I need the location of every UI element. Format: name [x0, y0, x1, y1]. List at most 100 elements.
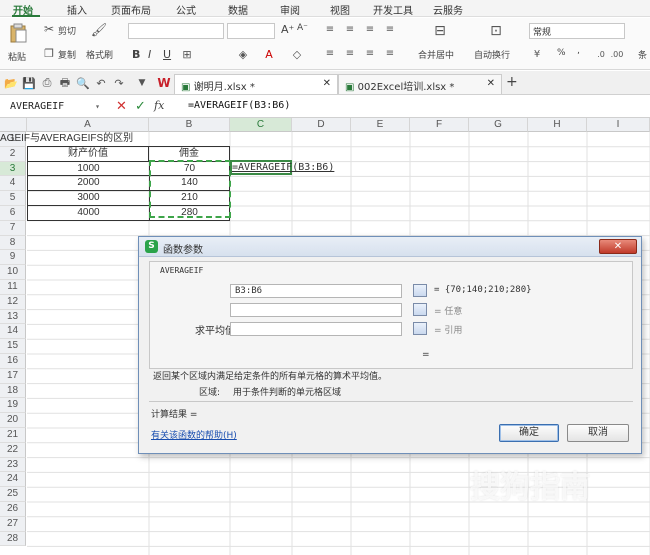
row-header[interactable]: 14: [0, 324, 26, 340]
column-header[interactable]: C: [230, 118, 292, 132]
paste-icon[interactable]: [8, 22, 28, 44]
paste-label[interactable]: 粘贴: [8, 50, 26, 63]
row-header[interactable]: 20: [0, 413, 26, 428]
decrease-font-button[interactable]: A⁻: [297, 23, 308, 33]
clear-format-icon[interactable]: ◇: [290, 47, 304, 61]
row-header[interactable]: 19: [0, 398, 26, 414]
row-header[interactable]: 5: [0, 191, 26, 206]
arg2-range-select-icon[interactable]: [413, 303, 427, 316]
menu-data[interactable]: 数据: [228, 2, 248, 17]
row-header[interactable]: 27: [0, 516, 26, 532]
merge-center-icon[interactable]: ⊟: [430, 22, 450, 40]
row-header[interactable]: 11: [0, 280, 26, 295]
menu-review[interactable]: 审阅: [280, 2, 300, 17]
row-header[interactable]: 2: [0, 146, 26, 162]
orientation-icon[interactable]: ≡: [384, 23, 396, 35]
column-header[interactable]: G: [469, 118, 528, 132]
row-header[interactable]: 28: [0, 531, 26, 547]
menu-page-layout[interactable]: 页面布局: [111, 2, 151, 17]
increase-font-button[interactable]: A⁺: [281, 23, 294, 36]
decrease-decimal-icon[interactable]: .00: [610, 47, 624, 61]
row-header[interactable]: 17: [0, 368, 26, 384]
arg1-range-select-icon[interactable]: [413, 284, 427, 297]
arg2-input[interactable]: [230, 303, 402, 317]
select-all-corner[interactable]: [0, 118, 27, 132]
row-header[interactable]: 7: [0, 220, 26, 236]
percent-button[interactable]: %: [557, 48, 566, 58]
undo-icon[interactable]: ↶: [94, 76, 108, 90]
tab-doc1[interactable]: ▣ 谢明月.xlsx * ✕: [174, 74, 338, 94]
scissors-icon[interactable]: ✂: [42, 22, 56, 36]
redo-icon[interactable]: ↷: [112, 76, 126, 90]
row-header[interactable]: 3: [0, 161, 26, 177]
cell-a1[interactable]: AGEIF与AVERAGEIFS的区别: [0, 132, 133, 146]
row-header[interactable]: 8: [0, 235, 26, 251]
column-header[interactable]: F: [410, 118, 469, 132]
bold-button[interactable]: B: [132, 48, 140, 61]
align-right-icon[interactable]: ≡: [364, 47, 376, 59]
save-icon[interactable]: 💾: [22, 76, 36, 90]
font-name-select[interactable]: [128, 23, 224, 39]
confirm-formula-icon[interactable]: ✓: [135, 99, 146, 114]
name-box[interactable]: AVERAGEIF ▾: [6, 99, 102, 114]
currency-icon[interactable]: ¥: [530, 47, 544, 61]
arg1-input[interactable]: B3:B6: [230, 284, 402, 298]
column-header[interactable]: H: [528, 118, 587, 132]
close-tab-icon[interactable]: ✕: [323, 78, 331, 89]
row-header[interactable]: 13: [0, 309, 26, 325]
row-header[interactable]: 12: [0, 294, 26, 310]
print-preview-icon[interactable]: 🔍: [76, 76, 90, 90]
export-icon[interactable]: ⎙: [40, 76, 54, 90]
wrap-text-label[interactable]: 自动换行: [474, 48, 510, 61]
cell-a4[interactable]: 2000: [27, 176, 149, 192]
row-header[interactable]: 9: [0, 250, 26, 266]
row-header[interactable]: 26: [0, 502, 26, 517]
column-header[interactable]: D: [292, 118, 351, 132]
row-header[interactable]: 23: [0, 457, 26, 473]
cut-label[interactable]: 剪切: [58, 24, 76, 37]
distribute-icon[interactable]: ≡: [384, 47, 396, 59]
open-folder-icon[interactable]: 📂: [4, 76, 18, 90]
format-painter-label[interactable]: 格式刷: [86, 48, 113, 61]
ok-button[interactable]: 确定: [499, 424, 559, 442]
fill-color-icon[interactable]: ◈: [236, 47, 250, 61]
quick-access-dropdown-icon[interactable]: ▼: [136, 76, 148, 90]
underline-button[interactable]: U: [163, 48, 171, 61]
name-box-dropdown-icon[interactable]: ▾: [95, 99, 100, 114]
dialog-close-icon[interactable]: ✕: [599, 239, 637, 254]
column-header[interactable]: A: [27, 118, 149, 132]
align-center-icon[interactable]: ≡: [344, 47, 356, 59]
close-tab-icon[interactable]: ✕: [487, 78, 495, 89]
column-header[interactable]: B: [149, 118, 230, 132]
cell-a6[interactable]: 4000: [27, 206, 149, 221]
font-color-icon[interactable]: A: [262, 47, 276, 61]
align-bottom-icon[interactable]: ≡: [364, 23, 376, 35]
insert-function-button[interactable]: fx: [154, 99, 164, 112]
italic-button[interactable]: I: [148, 48, 151, 61]
row-header[interactable]: 6: [0, 206, 26, 221]
font-size-select[interactable]: [227, 23, 275, 39]
arg3-range-select-icon[interactable]: [413, 322, 427, 335]
row-header[interactable]: 25: [0, 487, 26, 502]
comma-button[interactable]: ‚: [577, 46, 580, 56]
column-header[interactable]: I: [587, 118, 650, 132]
cancel-formula-icon[interactable]: ✕: [116, 99, 127, 114]
number-format-select[interactable]: 常规: [529, 23, 625, 39]
align-top-icon[interactable]: ≡: [324, 23, 336, 35]
row-header[interactable]: 24: [0, 472, 26, 488]
menu-cloud[interactable]: 云服务: [433, 2, 463, 17]
row-header[interactable]: 15: [0, 339, 26, 354]
row-header[interactable]: 10: [0, 265, 26, 280]
formula-input[interactable]: =AVERAGEIF(B3:B6): [188, 100, 290, 111]
align-middle-icon[interactable]: ≡: [344, 23, 356, 35]
menu-insert[interactable]: 插入: [67, 2, 87, 17]
increase-decimal-icon[interactable]: .0: [594, 47, 608, 61]
copy-label[interactable]: 复制: [58, 48, 76, 61]
conditional-format-label[interactable]: 条: [638, 48, 647, 61]
cell-a2[interactable]: 财产价值: [27, 146, 149, 162]
new-tab-button[interactable]: +: [506, 74, 518, 90]
border-icon[interactable]: ⊞: [180, 47, 194, 61]
print-icon[interactable]: 🖶: [58, 76, 72, 90]
row-header[interactable]: 22: [0, 442, 26, 458]
column-header[interactable]: E: [351, 118, 410, 132]
